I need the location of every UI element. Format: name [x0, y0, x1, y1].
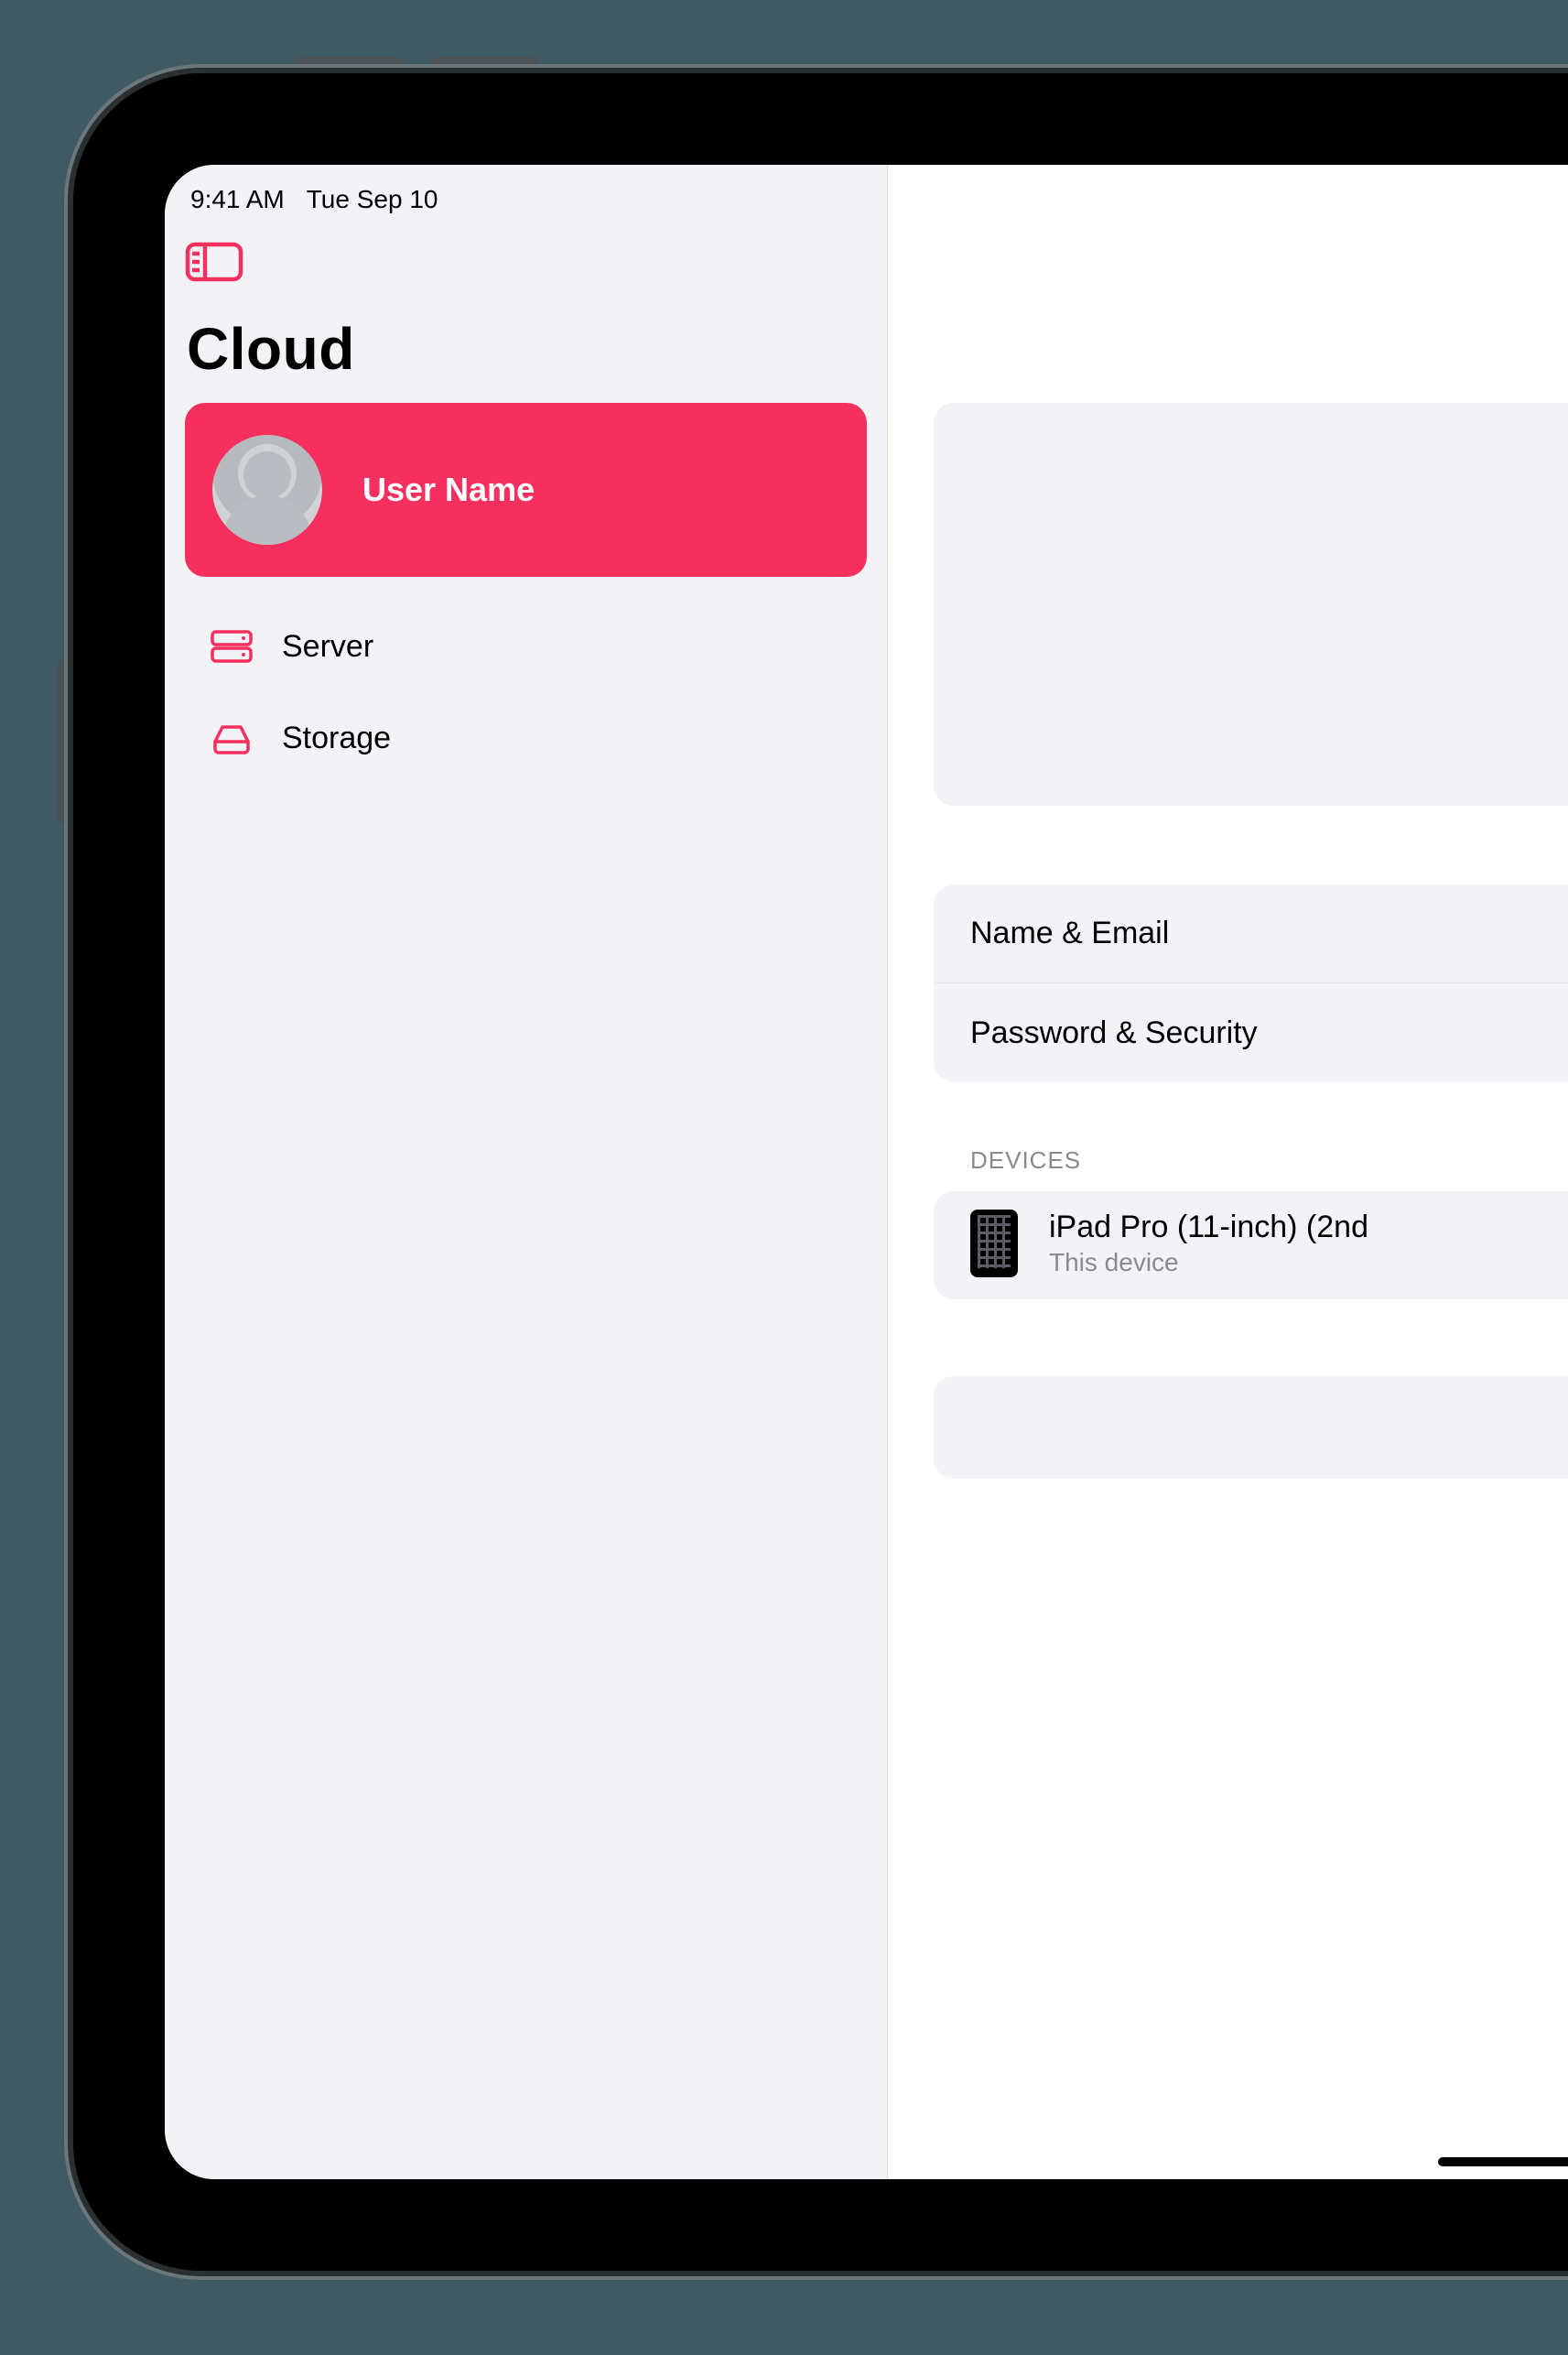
devices-group: iPad Pro (11-inch) (2nd This device — [934, 1191, 1568, 1299]
avatar-icon — [212, 435, 322, 545]
server-icon — [209, 628, 254, 665]
home-indicator[interactable] — [1438, 2157, 1568, 2166]
device-name: iPad Pro (11-inch) (2nd — [1049, 1210, 1368, 1245]
device-frame: 9:41 AM Tue Sep 10 Cloud Use — [73, 73, 1568, 2271]
row-label: Password & Security — [970, 1015, 1258, 1051]
row-password-security[interactable]: Password & Security — [934, 983, 1568, 1082]
status-date: Tue Sep 10 — [307, 185, 438, 214]
sidebar-user-name: User Name — [362, 471, 535, 509]
sidebar-item-label: Storage — [282, 721, 391, 756]
sidebar-item-server[interactable]: Server — [185, 601, 867, 692]
blank-group — [934, 1376, 1568, 1479]
device-icon — [970, 1210, 1018, 1277]
detail-pane: Name & Email Password & Security DEVICES… — [888, 165, 1568, 2179]
status-bar: 9:41 AM Tue Sep 10 — [185, 165, 867, 216]
sidebar-item-label: Server — [282, 629, 373, 665]
row-name-email[interactable]: Name & Email — [934, 884, 1568, 983]
row-label: Name & Email — [970, 916, 1169, 951]
sidebar-item-storage[interactable]: Storage — [185, 692, 867, 784]
account-settings-group: Name & Email Password & Security — [934, 884, 1568, 1082]
section-header-devices: DEVICES — [934, 1146, 1568, 1175]
device-row[interactable]: iPad Pro (11-inch) (2nd This device — [934, 1191, 1568, 1299]
profile-summary-card — [934, 403, 1568, 806]
sidebar-toggle-button[interactable] — [185, 240, 243, 289]
sidebar: 9:41 AM Tue Sep 10 Cloud Use — [165, 165, 888, 2179]
status-time: 9:41 AM — [190, 185, 285, 214]
device-subtitle: This device — [1049, 1248, 1368, 1277]
sidebar-title: Cloud — [185, 315, 867, 383]
sidebar-item-user[interactable]: User Name — [185, 403, 867, 577]
screen: 9:41 AM Tue Sep 10 Cloud Use — [165, 165, 1568, 2179]
storage-icon — [209, 720, 254, 756]
